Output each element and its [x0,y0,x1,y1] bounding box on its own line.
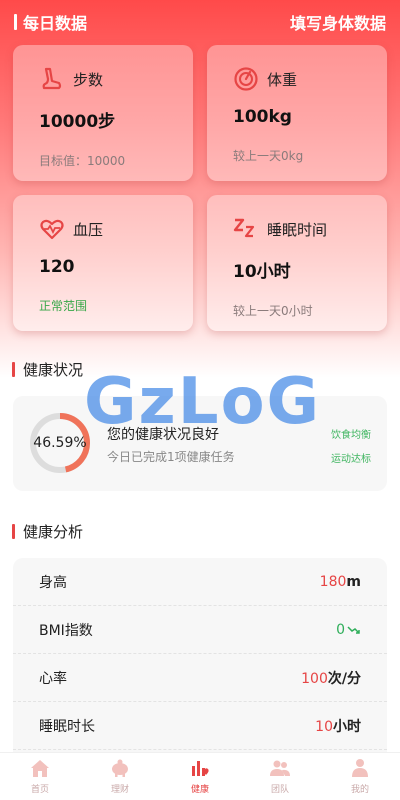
health-analysis-title: 健康分析 [12,521,83,542]
blood-pressure-status: 正常范围 [39,299,88,313]
blood-pressure-card[interactable]: 血压 120 正常范围 [13,195,193,331]
user-icon [352,759,368,777]
page-title-text: 每日数据 [23,14,88,33]
health-task-summary: 今日已完成1项健康任务 [107,450,235,464]
weight-value: 100kg [233,107,292,127]
fill-body-data-button[interactable]: 填写身体数据 [290,10,386,34]
list-item-bmi[interactable]: BMI指数 0 [13,606,387,654]
team-icon [270,760,290,776]
health-percent: 46.59% [33,435,87,451]
height-value: 180 [319,573,347,590]
weight-change: 较上一天0kg [233,149,304,163]
sleep-duration-value: 10 [315,718,333,735]
tab-home[interactable]: 首页 [0,753,80,800]
section-accent-bar [12,362,15,377]
weight-label: 体重 [267,70,298,89]
list-item-height[interactable]: 身高 180m [13,558,387,606]
foot-icon [42,67,62,90]
steps-target: 目标值：10000 [39,154,126,168]
zzz-icon [233,218,255,238]
diet-tag: 饮食均衡 [331,430,371,441]
tab-mine[interactable]: 我的 [320,753,400,800]
tab-finance-label: 理财 [110,785,129,795]
gauge-icon [234,67,258,91]
height-label: 身高 [39,574,67,591]
heart-rate-label: 心率 [39,670,67,687]
trend-down-icon [347,625,360,634]
section-accent-bar [12,524,15,539]
blood-pressure-value: 120 [39,257,75,277]
tab-health[interactable]: 健康 [160,753,240,800]
tab-finance[interactable]: 理财 [80,753,160,800]
health-analysis-list: 身高 180m BMI指数 0 心率 100次/分 睡眠时长 10小时 [13,558,387,752]
list-item-sleep-duration[interactable]: 睡眠时长 10小时 [13,702,387,750]
heart-rate-value: 100 [301,670,328,687]
sleep-change: 较上一天0小时 [233,304,313,318]
heart-pulse-icon [40,219,64,240]
bmi-label: BMI指数 [39,622,93,639]
top-header: 每日数据 填写身体数据 [0,0,400,44]
tab-mine-label: 我的 [350,785,369,795]
bmi-value: 0 [336,621,345,638]
tab-team-label: 团队 [270,785,289,795]
sleep-card[interactable]: 睡眠时间 10小时 较上一天0小时 [207,195,387,331]
steps-card[interactable]: 步数 10000步 目标值：10000 [13,45,193,181]
sleep-duration-unit: 小时 [333,718,361,735]
health-status-title: 健康状况 [12,359,83,380]
steps-label: 步数 [73,70,104,89]
title-accent-bar [14,14,17,30]
exercise-tag: 运动达标 [331,454,371,465]
tab-home-label: 首页 [30,785,49,795]
page-title: 每日数据 [14,10,87,34]
home-icon [31,760,49,777]
sleep-duration-label: 睡眠时长 [39,718,95,735]
height-unit: m [346,573,361,590]
health-analysis-title-text: 健康分析 [23,523,84,541]
bottom-tab-bar: 首页 理财 健康 团队 我的 [0,752,400,800]
health-status-title-text: 健康状况 [23,361,84,379]
blood-pressure-label: 血压 [73,220,104,239]
list-item-heart-rate[interactable]: 心率 100次/分 [13,654,387,702]
steps-value: 10000步 [39,112,116,132]
tab-health-label: 健康 [190,785,209,795]
watermark-logo: GzLoG [84,365,322,439]
sleep-label: 睡眠时间 [267,220,328,239]
piggy-bank-icon [112,759,128,777]
tab-team[interactable]: 团队 [240,753,320,800]
heart-rate-unit: 次/分 [327,670,361,687]
health-chart-icon [192,761,209,776]
weight-card[interactable]: 体重 100kg 较上一天0kg [207,45,387,181]
sleep-value: 10小时 [233,262,291,282]
